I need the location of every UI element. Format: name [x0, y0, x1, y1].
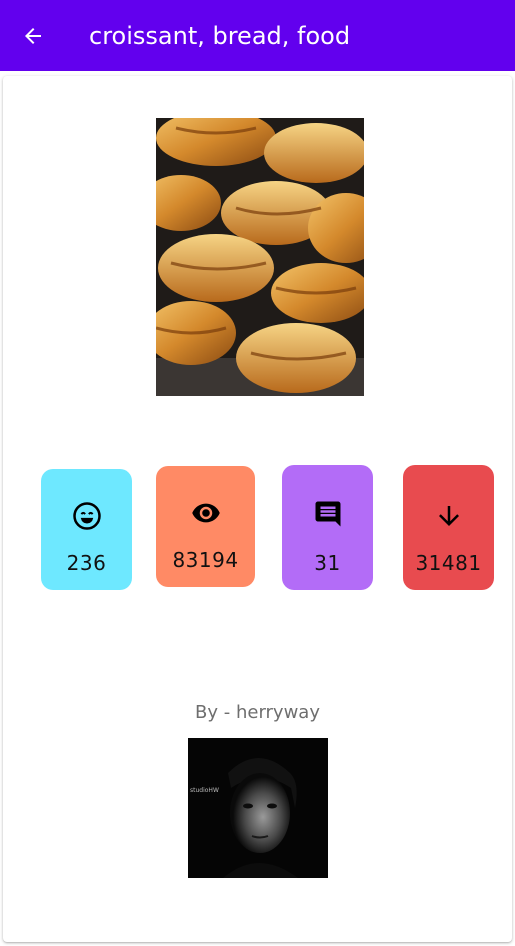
- comments-count: 31: [314, 551, 341, 575]
- downloads-count: 31481: [415, 551, 482, 575]
- author-portrait-image: [188, 738, 328, 878]
- author-avatar[interactable]: studioHW: [188, 738, 328, 878]
- page-title: croissant, bread, food: [89, 22, 351, 50]
- arrow-back-icon: [25, 28, 41, 44]
- croissant-photo: [156, 118, 364, 396]
- comment-icon: [315, 501, 340, 527]
- app-bar: croissant, bread, food: [0, 0, 515, 71]
- likes-stat[interactable]: 236: [41, 469, 132, 590]
- views-count: 83194: [172, 548, 239, 572]
- author-label: By - herryway: [195, 702, 320, 723]
- likes-count: 236: [66, 551, 107, 575]
- views-stat[interactable]: 83194: [156, 466, 255, 587]
- downloads-stat[interactable]: 31481: [403, 465, 494, 590]
- eye-icon: [191, 503, 220, 523]
- back-button[interactable]: [13, 16, 53, 56]
- avatar-watermark: studioHW: [190, 787, 219, 794]
- image-detail-card: 236 83194 31 31481 By - herryway studioH…: [3, 76, 512, 942]
- smile-icon: [72, 502, 101, 530]
- arrow-down-icon: [438, 506, 459, 526]
- comments-stat[interactable]: 31: [282, 465, 373, 590]
